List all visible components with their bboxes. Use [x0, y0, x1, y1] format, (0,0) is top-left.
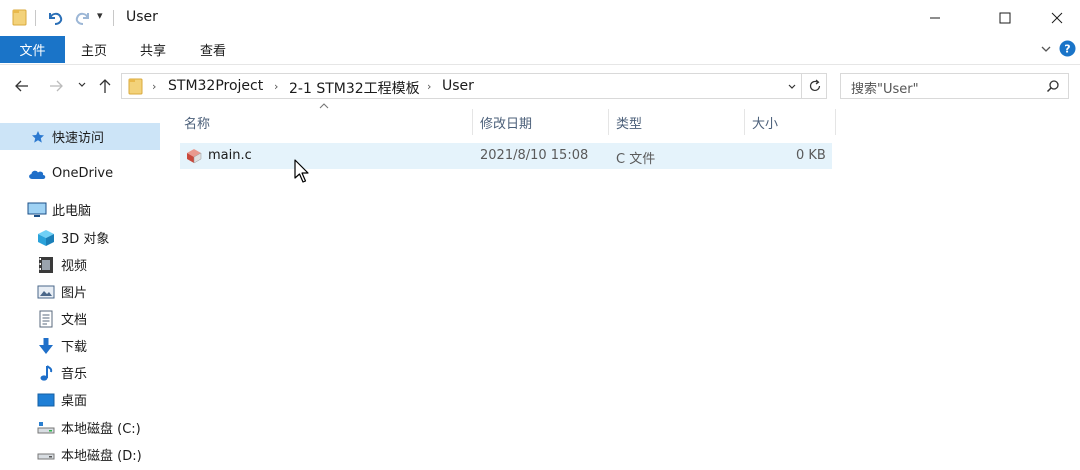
breadcrumb-separator-icon[interactable]: › — [152, 80, 156, 93]
window-title: User — [126, 9, 158, 25]
nav-label: 视频 — [61, 259, 88, 274]
breadcrumb-template[interactable]: 2-1 STM32工程模板 — [289, 78, 420, 98]
drive-icon — [36, 445, 56, 465]
close-button[interactable] — [1034, 0, 1080, 36]
nav-item-drive-c[interactable]: 本地磁盘 (C:) — [0, 414, 160, 441]
forward-arrow-icon[interactable] — [48, 78, 64, 94]
toolbar-separator — [35, 10, 36, 26]
nav-label: 此电脑 — [52, 204, 92, 219]
column-header-date-modified[interactable]: 修改日期 — [480, 109, 532, 135]
nav-label: 本地磁盘 (C:) — [61, 422, 141, 437]
folder-icon — [12, 8, 28, 26]
nav-label: OneDrive — [52, 166, 114, 181]
column-divider[interactable] — [835, 109, 836, 135]
picture-icon — [36, 282, 56, 302]
ribbon-expand-chevron-icon[interactable] — [1040, 43, 1052, 55]
nav-item-onedrive[interactable]: OneDrive — [0, 160, 160, 187]
ribbon-tabs: 文件 主页 共享 查看 ? — [0, 36, 1080, 65]
search-placeholder: 搜索"User" — [851, 82, 919, 97]
search-input[interactable]: 搜索"User" — [840, 73, 1069, 99]
column-divider[interactable] — [744, 109, 745, 135]
minimize-button[interactable] — [912, 0, 958, 36]
nav-label: 快速访问 — [52, 131, 105, 146]
drive-icon — [36, 418, 56, 438]
column-divider[interactable] — [472, 109, 473, 135]
document-icon — [36, 309, 56, 329]
column-header-type[interactable]: 类型 — [616, 109, 642, 135]
title-separator — [113, 10, 114, 26]
tab-file[interactable]: 文件 — [0, 36, 65, 63]
nav-label: 图片 — [61, 286, 88, 301]
navigation-pane: 快速访问 OneDrive 此电脑 3D 对象 视频 图片 文档 下载 音乐 桌… — [0, 109, 165, 470]
nav-label: 音乐 — [61, 367, 88, 382]
file-row[interactable]: main.c 2021/8/10 15:08 C 文件 0 KB — [180, 143, 832, 169]
star-icon — [28, 127, 48, 147]
address-history-chevron-icon[interactable] — [787, 82, 797, 92]
computer-icon — [27, 200, 47, 220]
nav-item-documents[interactable]: 文档 — [0, 305, 160, 332]
nav-item-pictures[interactable]: 图片 — [0, 278, 160, 305]
nav-item-drive-d[interactable]: 本地磁盘 (D:) — [0, 441, 160, 468]
nav-item-this-pc[interactable]: 此电脑 — [0, 196, 160, 223]
tab-home[interactable]: 主页 — [81, 36, 107, 63]
tab-share[interactable]: 共享 — [140, 36, 166, 63]
video-icon — [36, 255, 56, 275]
file-size: 0 KB — [796, 148, 826, 163]
cloud-icon — [27, 164, 47, 184]
c-file-icon — [185, 147, 203, 165]
nav-item-videos[interactable]: 视频 — [0, 251, 160, 278]
back-arrow-icon[interactable] — [14, 78, 30, 94]
breadcrumb-stm32project[interactable]: STM32Project — [168, 78, 263, 94]
breadcrumb-separator-icon[interactable]: › — [274, 80, 278, 93]
tab-view[interactable]: 查看 — [200, 36, 226, 63]
refresh-icon[interactable] — [808, 79, 822, 93]
address-divider — [801, 74, 802, 98]
music-icon — [36, 363, 56, 383]
file-type: C 文件 — [616, 152, 656, 167]
nav-item-downloads[interactable]: 下载 — [0, 332, 160, 359]
nav-label: 本地磁盘 (D:) — [61, 449, 142, 464]
nav-label: 下载 — [61, 340, 88, 355]
folder-icon — [128, 77, 144, 95]
nav-item-quick-access[interactable]: 快速访问 — [0, 123, 160, 150]
download-icon — [36, 336, 56, 356]
nav-label: 3D 对象 — [61, 232, 110, 247]
up-arrow-icon[interactable] — [97, 77, 113, 95]
nav-item-desktop[interactable]: 桌面 — [0, 386, 160, 413]
cube-icon — [36, 228, 56, 248]
breadcrumb-separator-icon[interactable]: › — [427, 80, 431, 93]
help-icon[interactable]: ? — [1059, 40, 1076, 57]
undo-icon[interactable] — [46, 9, 64, 27]
redo-icon[interactable] — [74, 9, 92, 27]
column-divider[interactable] — [608, 109, 609, 135]
nav-label: 桌面 — [61, 394, 88, 409]
breadcrumb-user[interactable]: User — [442, 78, 474, 94]
nav-item-3d-objects[interactable]: 3D 对象 — [0, 224, 160, 251]
navigation-bar: › STM32Project › 2-1 STM32工程模板 › User 搜索… — [0, 64, 1080, 108]
file-name[interactable]: main.c — [208, 148, 252, 163]
mouse-cursor-icon — [294, 159, 310, 183]
svg-text:?: ? — [1064, 43, 1070, 56]
title-bar: ▾ User — [0, 0, 1080, 36]
desktop-icon — [36, 390, 56, 410]
search-icon[interactable] — [1046, 79, 1060, 93]
recent-locations-chevron-icon[interactable] — [77, 80, 87, 90]
sort-indicator-icon — [318, 102, 330, 110]
column-header-name[interactable]: 名称 — [184, 109, 210, 135]
column-header-size[interactable]: 大小 — [752, 109, 778, 135]
file-date-modified: 2021/8/10 15:08 — [480, 148, 589, 163]
address-bar[interactable]: › STM32Project › 2-1 STM32工程模板 › User — [121, 73, 827, 99]
maximize-button[interactable] — [982, 0, 1028, 36]
nav-item-music[interactable]: 音乐 — [0, 359, 160, 386]
qat-dropdown-icon[interactable]: ▾ — [97, 9, 103, 22]
nav-label: 文档 — [61, 313, 88, 328]
